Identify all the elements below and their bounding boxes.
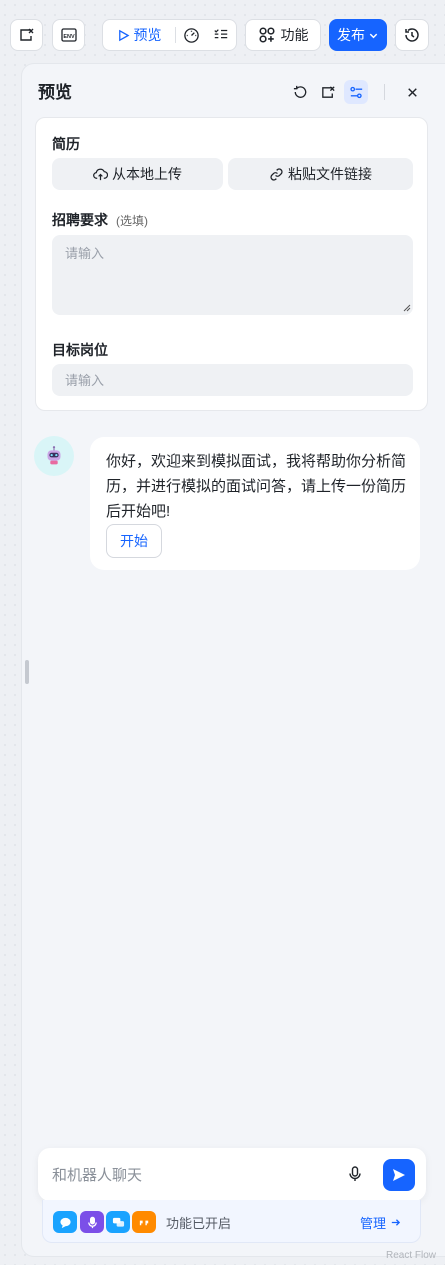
preview-debug-group: 预览 [102,19,237,51]
history-button[interactable] [395,19,429,51]
play-icon [118,29,129,41]
paste-link-label: 粘贴文件链接 [288,166,372,182]
sliders-icon [349,86,362,98]
publish-button[interactable]: 发布 [329,19,387,51]
chat-bubble-icon[interactable] [53,1211,77,1233]
input-form-card: 简历 从本地上传 粘贴文件链接 招聘要求 (选填) 目标岗位 [35,117,428,411]
chat-input[interactable] [52,1164,332,1186]
bot-avatar [34,436,74,476]
paste-link-button[interactable]: 粘贴文件链接 [228,158,413,190]
top-toolbar: ENV 预览 功能 发布 [0,0,445,68]
settings-toggle-button[interactable] [344,80,368,104]
features-button[interactable]: 功能 [245,19,321,51]
refresh-icon [293,85,306,98]
microphone-icon[interactable] [80,1211,104,1233]
robot-icon [47,446,61,465]
manage-label: 管理 [360,1216,387,1231]
gauge-icon [183,27,199,43]
features-label: 功能 [280,27,309,43]
upload-local-button[interactable]: 从本地上传 [52,158,223,190]
voice-input-button[interactable] [344,1163,366,1185]
optional-hint: (选填) [116,214,148,228]
checklist-icon [214,29,228,39]
panel-resize-handle[interactable] [25,660,29,684]
requirements-label: 招聘要求 (选填) [52,210,148,230]
upload-local-label: 从本地上传 [112,166,182,182]
close-icon [407,87,417,97]
header-divider [384,84,385,100]
reset-button[interactable] [288,80,312,104]
feature-status-bar: 功能已开启 管理 [42,1200,421,1243]
clear-chat-icon [321,85,335,98]
resize-grip-icon[interactable] [403,304,411,312]
cloud-upload-icon [93,168,108,180]
link-icon [270,167,283,181]
target-position-input[interactable] [52,364,413,396]
publish-label: 发布 [337,27,365,43]
chat-composer [38,1148,426,1201]
microphone-icon [349,1166,361,1181]
chevron-down-icon [369,33,378,38]
react-flow-watermark: React Flow [386,1250,437,1261]
bot-message-text: 你好，欢迎来到模拟面试，我将帮助你分析简历，并进行模拟的面试问答，请上传一份简历… [106,453,407,520]
send-icon [393,1169,405,1181]
history-icon [405,28,419,42]
quote-icon[interactable] [132,1211,156,1233]
svg-text:ENV: ENV [63,34,75,40]
panel-title: 预览 [38,83,72,102]
resume-label: 简历 [52,136,80,152]
debug-stats-button[interactable] [176,20,206,50]
close-button[interactable] [400,80,424,104]
apps-icon [258,27,275,43]
preview-panel: 预览 简历 从本地上传 粘贴文件链接 招聘要求 (选填) 目标岗位 [22,64,445,1256]
panel-header: 预览 [22,64,445,116]
messages-icon[interactable] [106,1211,130,1233]
requirements-label-text: 招聘要求 [52,212,108,228]
preview-tab[interactable]: 预览 [103,20,175,50]
arrow-right-icon [391,1219,401,1226]
task-list-button[interactable] [206,20,236,50]
start-button[interactable]: 开始 [106,524,162,558]
clear-icon-button[interactable] [10,19,43,51]
send-button[interactable] [383,1159,415,1191]
manage-link[interactable]: 管理 [360,1213,401,1232]
target-position-label: 目标岗位 [52,342,108,358]
bot-message-bubble: 你好，欢迎来到模拟面试，我将帮助你分析简历，并进行模拟的面试问答，请上传一份简历… [90,437,420,570]
clear-history-button[interactable] [316,80,340,104]
env-icon: ENV [60,28,77,42]
requirements-textarea[interactable] [52,235,413,315]
clear-chat-icon [19,28,33,41]
feature-status-text: 功能已开启 [166,1216,232,1231]
preview-tab-label: 预览 [133,27,162,43]
env-button[interactable]: ENV [52,19,85,51]
